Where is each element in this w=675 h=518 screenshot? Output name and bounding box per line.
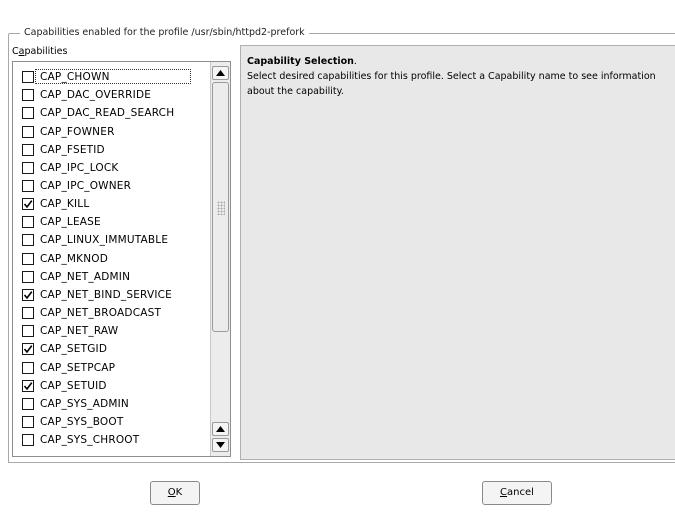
- scroll-down-button[interactable]: [212, 438, 229, 452]
- capabilities-list-label: Capabilities: [12, 46, 68, 57]
- checkbox[interactable]: [22, 252, 34, 265]
- capability-label: CAP_MKNOD: [40, 252, 109, 265]
- capability-item[interactable]: CAP_KILL: [13, 195, 209, 213]
- capability-item[interactable]: CAP_LEASE: [13, 213, 209, 231]
- capability-label: CAP_SETGID: [40, 343, 108, 356]
- arrow-up-icon: [216, 426, 225, 432]
- checkbox[interactable]: [22, 89, 34, 102]
- capability-item[interactable]: CAP_NET_BIND_SERVICE: [13, 286, 209, 304]
- scrollbar-thumb[interactable]: [212, 82, 229, 332]
- frame-title: Capabilities enabled for the profile /us…: [20, 26, 309, 40]
- capability-label: CAP_NET_BIND_SERVICE: [40, 288, 173, 301]
- checkmark-icon: [23, 200, 33, 209]
- capability-item[interactable]: CAP_CHOWN: [13, 68, 209, 86]
- cancel-button[interactable]: Cancel: [482, 481, 552, 505]
- scroll-up-button-lower[interactable]: [212, 422, 229, 436]
- capability-item[interactable]: CAP_SYS_BOOT: [13, 413, 209, 431]
- capability-item[interactable]: CAP_FOWNER: [13, 122, 209, 140]
- capability-item[interactable]: CAP_SYS_CHROOT: [13, 431, 209, 449]
- capability-item[interactable]: CAP_DAC_READ_SEARCH: [13, 104, 209, 122]
- checkmark-icon: [23, 345, 33, 354]
- checkbox-checked[interactable]: [22, 343, 34, 356]
- checkbox[interactable]: [22, 397, 34, 410]
- checkbox[interactable]: [22, 434, 34, 447]
- capability-item[interactable]: CAP_MKNOD: [13, 250, 209, 268]
- checkmark-icon: [23, 381, 33, 391]
- capability-label: CAP_FSETID: [40, 143, 105, 156]
- capabilities-list[interactable]: CAP_CHOWN CAP_DAC_OVERRIDE CAP_DAC_READ_SE…: [12, 61, 231, 457]
- checkbox[interactable]: [22, 234, 34, 247]
- checkbox[interactable]: [22, 416, 34, 429]
- capability-label: CAP_DAC_READ_SEARCH: [40, 107, 175, 120]
- capability-item[interactable]: CAP_SETGID: [13, 340, 209, 358]
- checkbox[interactable]: [22, 307, 34, 320]
- capability-item[interactable]: CAP_NET_BROADCAST: [13, 304, 209, 322]
- help-body: Select desired capabilities for this pro…: [247, 71, 656, 97]
- capability-item[interactable]: CAP_SYS_ADMIN: [13, 395, 209, 413]
- capability-label: CAP_SETUID: [40, 379, 107, 392]
- capability-label: CAP_SETPCAP: [40, 361, 116, 374]
- capability-label: CAP_DAC_OVERRIDE: [40, 89, 152, 102]
- checkbox[interactable]: [22, 325, 34, 338]
- capability-label: CAP_SYS_ADMIN: [40, 397, 129, 410]
- capability-label: CAP_FOWNER: [40, 125, 115, 138]
- grip-icon: [217, 201, 225, 215]
- checkbox[interactable]: [22, 361, 34, 374]
- capability-label: CAP_SYS_BOOT: [40, 416, 124, 429]
- arrow-down-icon: [216, 442, 225, 448]
- capability-item[interactable]: CAP_NET_ADMIN: [13, 268, 209, 286]
- checkbox[interactable]: [22, 270, 34, 283]
- checkbox[interactable]: [22, 161, 34, 174]
- capability-item[interactable]: CAP_SETPCAP: [13, 359, 209, 377]
- capability-label: CAP_SYS_CHROOT: [40, 434, 140, 447]
- capability-item[interactable]: CAP_IPC_LOCK: [13, 159, 209, 177]
- capability-label: CAP_KILL: [40, 198, 90, 211]
- checkbox[interactable]: [22, 143, 34, 156]
- capability-label: CAP_CHOWN: [40, 71, 110, 84]
- help-title: Capability Selection: [247, 56, 354, 67]
- capability-label: CAP_NET_RAW: [40, 325, 119, 338]
- checkmark-icon: [23, 291, 33, 300]
- help-panel: Capability Selection. Select desired cap…: [240, 45, 675, 460]
- checkbox-checked[interactable]: [22, 288, 34, 301]
- help-title-suffix: .: [353, 56, 357, 67]
- arrow-up-icon: [216, 70, 225, 76]
- capability-label: CAP_NET_ADMIN: [40, 270, 131, 283]
- capability-item[interactable]: CAP_FSETID: [13, 141, 209, 159]
- scroll-up-button[interactable]: [212, 66, 229, 80]
- capability-label: CAP_LINUX_IMMUTABLE: [40, 234, 169, 247]
- checkbox[interactable]: [22, 216, 34, 229]
- checkbox-checked[interactable]: [22, 379, 34, 392]
- checkbox[interactable]: [22, 107, 34, 120]
- checkbox[interactable]: [22, 71, 34, 84]
- ok-button[interactable]: OK: [150, 481, 200, 505]
- checkbox[interactable]: [22, 180, 34, 193]
- capability-label: CAP_IPC_OWNER: [40, 180, 132, 193]
- checkbox-checked[interactable]: [22, 198, 34, 211]
- capability-item[interactable]: CAP_DAC_OVERRIDE: [13, 86, 209, 104]
- vertical-scrollbar[interactable]: [210, 62, 230, 456]
- capabilities-items: CAP_CHOWN CAP_DAC_OVERRIDE CAP_DAC_READ_SE…: [13, 68, 209, 449]
- capability-item[interactable]: CAP_SETUID: [13, 377, 209, 395]
- capability-label: CAP_IPC_LOCK: [40, 161, 119, 174]
- capability-item[interactable]: CAP_NET_RAW: [13, 322, 209, 340]
- capability-item[interactable]: CAP_LINUX_IMMUTABLE: [13, 231, 209, 249]
- capability-label: CAP_NET_BROADCAST: [40, 307, 162, 320]
- capability-label: CAP_LEASE: [40, 216, 101, 229]
- capability-item[interactable]: CAP_IPC_OWNER: [13, 177, 209, 195]
- checkbox[interactable]: [22, 125, 34, 138]
